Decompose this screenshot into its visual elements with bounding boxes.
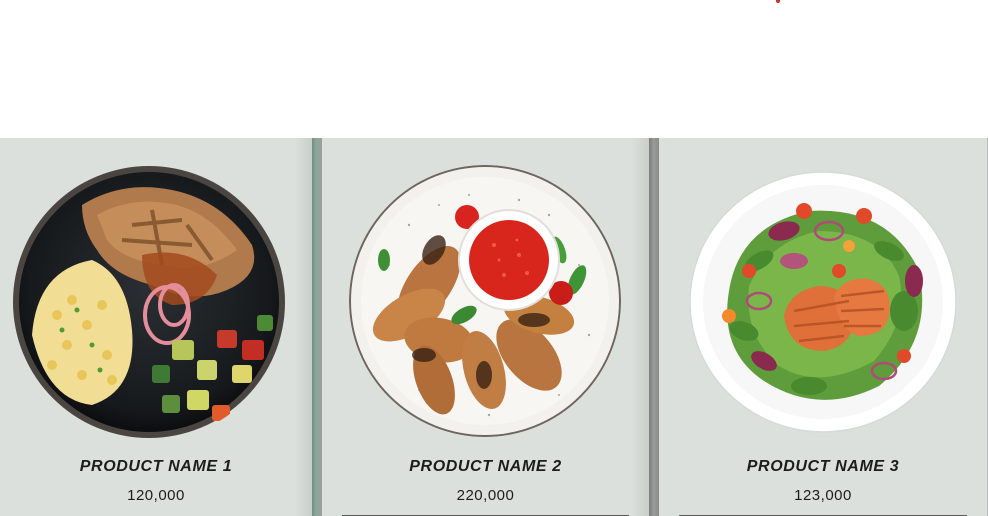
rice-bowl-dish-image — [13, 166, 285, 438]
product-price: 123,000 — [794, 487, 852, 504]
chicken-wings-dish-image — [349, 165, 621, 437]
card-gutter — [649, 138, 659, 516]
product-name[interactable]: PRODUCT NAME 3 — [659, 458, 987, 476]
card-gutter — [312, 138, 322, 516]
product-card-2[interactable]: PRODUCT NAME 2 220,000 — [322, 138, 649, 516]
product-card-1[interactable]: PRODUCT NAME 1 120,000 — [0, 138, 312, 516]
top-accent-mark — [776, 0, 780, 3]
product-name[interactable]: PRODUCT NAME 2 — [322, 458, 649, 476]
product-card-3[interactable]: PRODUCT NAME 3 123,000 — [659, 138, 988, 516]
product-list: PRODUCT NAME 1 120,000 PRODUCT NAME 2 22… — [0, 138, 988, 516]
product-price: 220,000 — [456, 487, 515, 504]
product-price: 120,000 — [127, 487, 185, 504]
page: PRODUCT NAME 1 120,000 PRODUCT NAME 2 22… — [0, 0, 988, 516]
salmon-salad-dish-image — [689, 171, 957, 433]
product-name[interactable]: PRODUCT NAME 1 — [0, 458, 312, 476]
